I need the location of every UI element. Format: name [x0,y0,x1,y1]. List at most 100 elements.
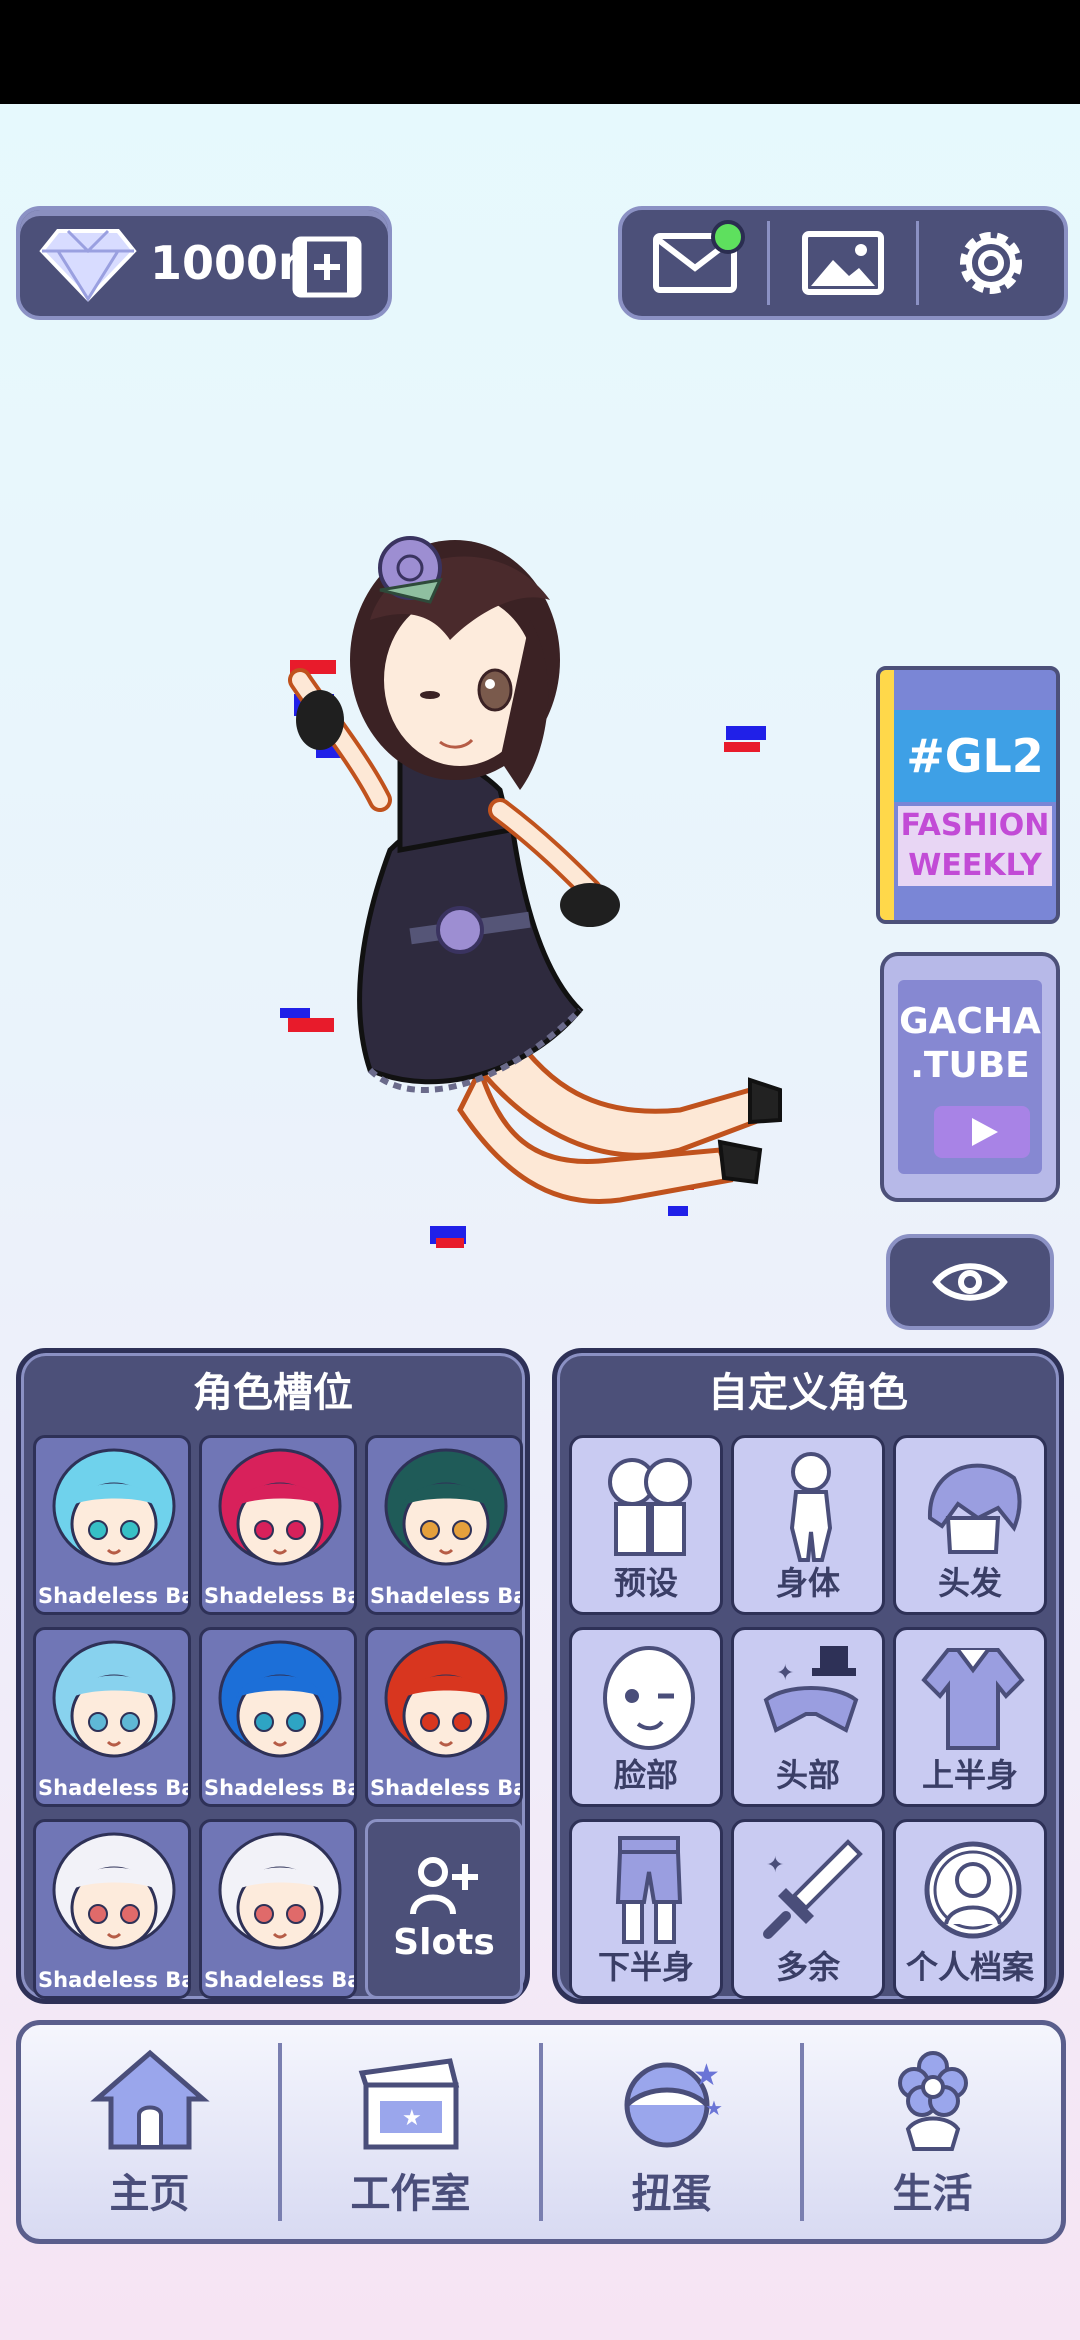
character-slot-name: Shadeless Bas [38,1968,188,1992]
play-icon [934,1106,1030,1158]
gacha-tube-button[interactable]: GACHA .TUBE [880,952,1060,1202]
nav-studio-label: 工作室 [350,2171,471,2217]
currency-bar: 1000m [16,206,392,320]
flower-icon [897,2051,968,2151]
character-slot-name: Shadeless Bas [204,1584,354,1608]
fashion-weekly-label: FASHION WEEKLY [898,806,1052,886]
character-slots-title: 角色槽位 [193,1370,353,1416]
preset-icon [608,1458,692,1556]
character-face-icon [52,1832,176,1950]
gacha-tube-screen: GACHA .TUBE [898,980,1042,1174]
image-icon [801,231,884,295]
eye-icon [932,1263,1008,1301]
character-slot-name: Shadeless Bas [38,1776,188,1800]
character-slot-name: Shadeless Bas [38,1584,188,1608]
character-slot[interactable]: Shadeless Bas [199,1627,357,1807]
bottom-nav: 主页 ★ 工作室 ★ ★ 扭蛋 生活 [16,2020,1066,2244]
customize-character-title: 自定义角色 [708,1370,908,1416]
gacha-ball-icon: ★ ★ [624,2058,723,2148]
customize-character-panel: 自定义角色 预设 身体 头发 脸部 ✦ 头部 上半身 下半身 ✦ 多余 个人档案 [552,1348,1064,2004]
character-slot[interactable]: Shadeless Bas [33,1435,191,1615]
character-slot-name: Shadeless Bas [370,1584,520,1608]
gl2-title: #GL2 [894,710,1056,802]
nav-studio[interactable]: ★ 工作室 [282,2025,539,2239]
nav-gacha-label: 扭蛋 [631,2171,712,2217]
top-toolbar [618,206,1068,320]
mail-button[interactable] [622,210,767,316]
svg-text:✦: ✦ [776,1661,794,1686]
diamond-icon [39,229,137,302]
character-slot[interactable]: Shadeless Bas [199,1819,357,1999]
character-face-icon [218,1448,342,1566]
pants-icon [615,1836,683,1944]
add-user-icon [410,1856,478,1914]
face-label: 脸部 [613,1756,678,1794]
fashion-weekly-button[interactable]: #GL2 FASHION WEEKLY [876,666,1060,924]
head-button[interactable]: ✦ 头部 [731,1627,885,1807]
notification-dot [711,220,746,254]
character-preview[interactable] [280,510,800,1310]
nav-gacha[interactable]: ★ ★ 扭蛋 [543,2025,800,2239]
svg-text:✦: ✦ [766,1853,784,1878]
body-label: 身体 [775,1564,840,1602]
clapperboard-icon: ★ [358,2058,459,2150]
gear-icon [960,232,1023,294]
magazine-spine [880,670,894,920]
character-face-icon [384,1640,508,1758]
fashion-weekly-line1: FASHION [900,808,1050,843]
character-face-icon [52,1448,176,1566]
head-label: 头部 [775,1756,840,1794]
fashion-weekly-line2: WEEKLY [908,848,1042,883]
lower-body-button[interactable]: 下半身 [569,1819,723,1999]
add-slots-label: Slots [393,1921,495,1963]
character-slot[interactable]: Shadeless Bas [33,1819,191,1999]
character-slot[interactable]: Shadeless Bas [365,1435,523,1615]
character-slot-name: Shadeless Bas [204,1776,354,1800]
upper-body-button[interactable]: 上半身 [893,1627,1047,1807]
nav-home-label: 主页 [109,2171,190,2217]
slot-grid: Shadeless Bas Shadeless Bas Shadeless Bas S… [33,1435,523,1999]
character-face-icon [218,1640,342,1758]
character-slot[interactable]: Shadeless Bas [33,1627,191,1807]
svg-text:★: ★ [705,2096,723,2120]
svg-text:★: ★ [402,2106,422,2131]
nav-life-label: 生活 [892,2171,973,2217]
preset-button[interactable]: 预设 [569,1435,723,1615]
character-slot-name: Shadeless Bas [370,1776,520,1800]
profile-label: 个人档案 [905,1948,1034,1986]
character-slot-name: Shadeless Bas [204,1968,354,1992]
character-face-icon [52,1640,176,1758]
customize-grid: 预设 身体 头发 脸部 ✦ 头部 上半身 下半身 ✦ 多余 个人档案 [569,1435,1047,1999]
sword-icon: ✦ [763,1839,863,1939]
body-button[interactable]: 身体 [731,1435,885,1615]
nav-home[interactable]: 主页 [21,2025,278,2239]
status-bar [0,0,1080,104]
head-accessory-icon: ✦ [763,1646,859,1733]
settings-button[interactable] [919,210,1064,316]
hair-button[interactable]: 头发 [893,1435,1047,1615]
gacha-tube-line2: .TUBE [910,1045,1030,1086]
nav-life[interactable]: 生活 [804,2025,1061,2239]
face-button[interactable]: 脸部 [569,1627,723,1807]
character-face-icon [384,1448,508,1566]
add-slots-button[interactable]: Slots [365,1819,523,1999]
shirt-icon [921,1648,1025,1750]
lower-body-label: 下半身 [597,1948,694,1986]
hair-icon [927,1463,1022,1554]
preset-label: 预设 [613,1564,678,1602]
character-slots-panel: 角色槽位 Shadeless BasShadeless BasShadeless… [16,1348,530,2004]
character-slot[interactable]: Shadeless Bas [365,1627,523,1807]
hide-ui-button[interactable] [886,1234,1054,1330]
body-icon [789,1452,833,1562]
character-slot[interactable]: Shadeless Bas [199,1435,357,1615]
face-icon [603,1646,695,1750]
svg-text:★: ★ [693,2058,720,2093]
house-icon [89,2049,210,2150]
gallery-button[interactable] [770,210,915,316]
profile-icon [924,1841,1022,1939]
character-face-icon [218,1832,342,1950]
add-currency-video-icon[interactable] [292,236,362,298]
gacha-tube-line1: GACHA [899,1001,1041,1042]
profile-button[interactable]: 个人档案 [893,1819,1047,1999]
extra-button[interactable]: ✦ 多余 [731,1819,885,1999]
